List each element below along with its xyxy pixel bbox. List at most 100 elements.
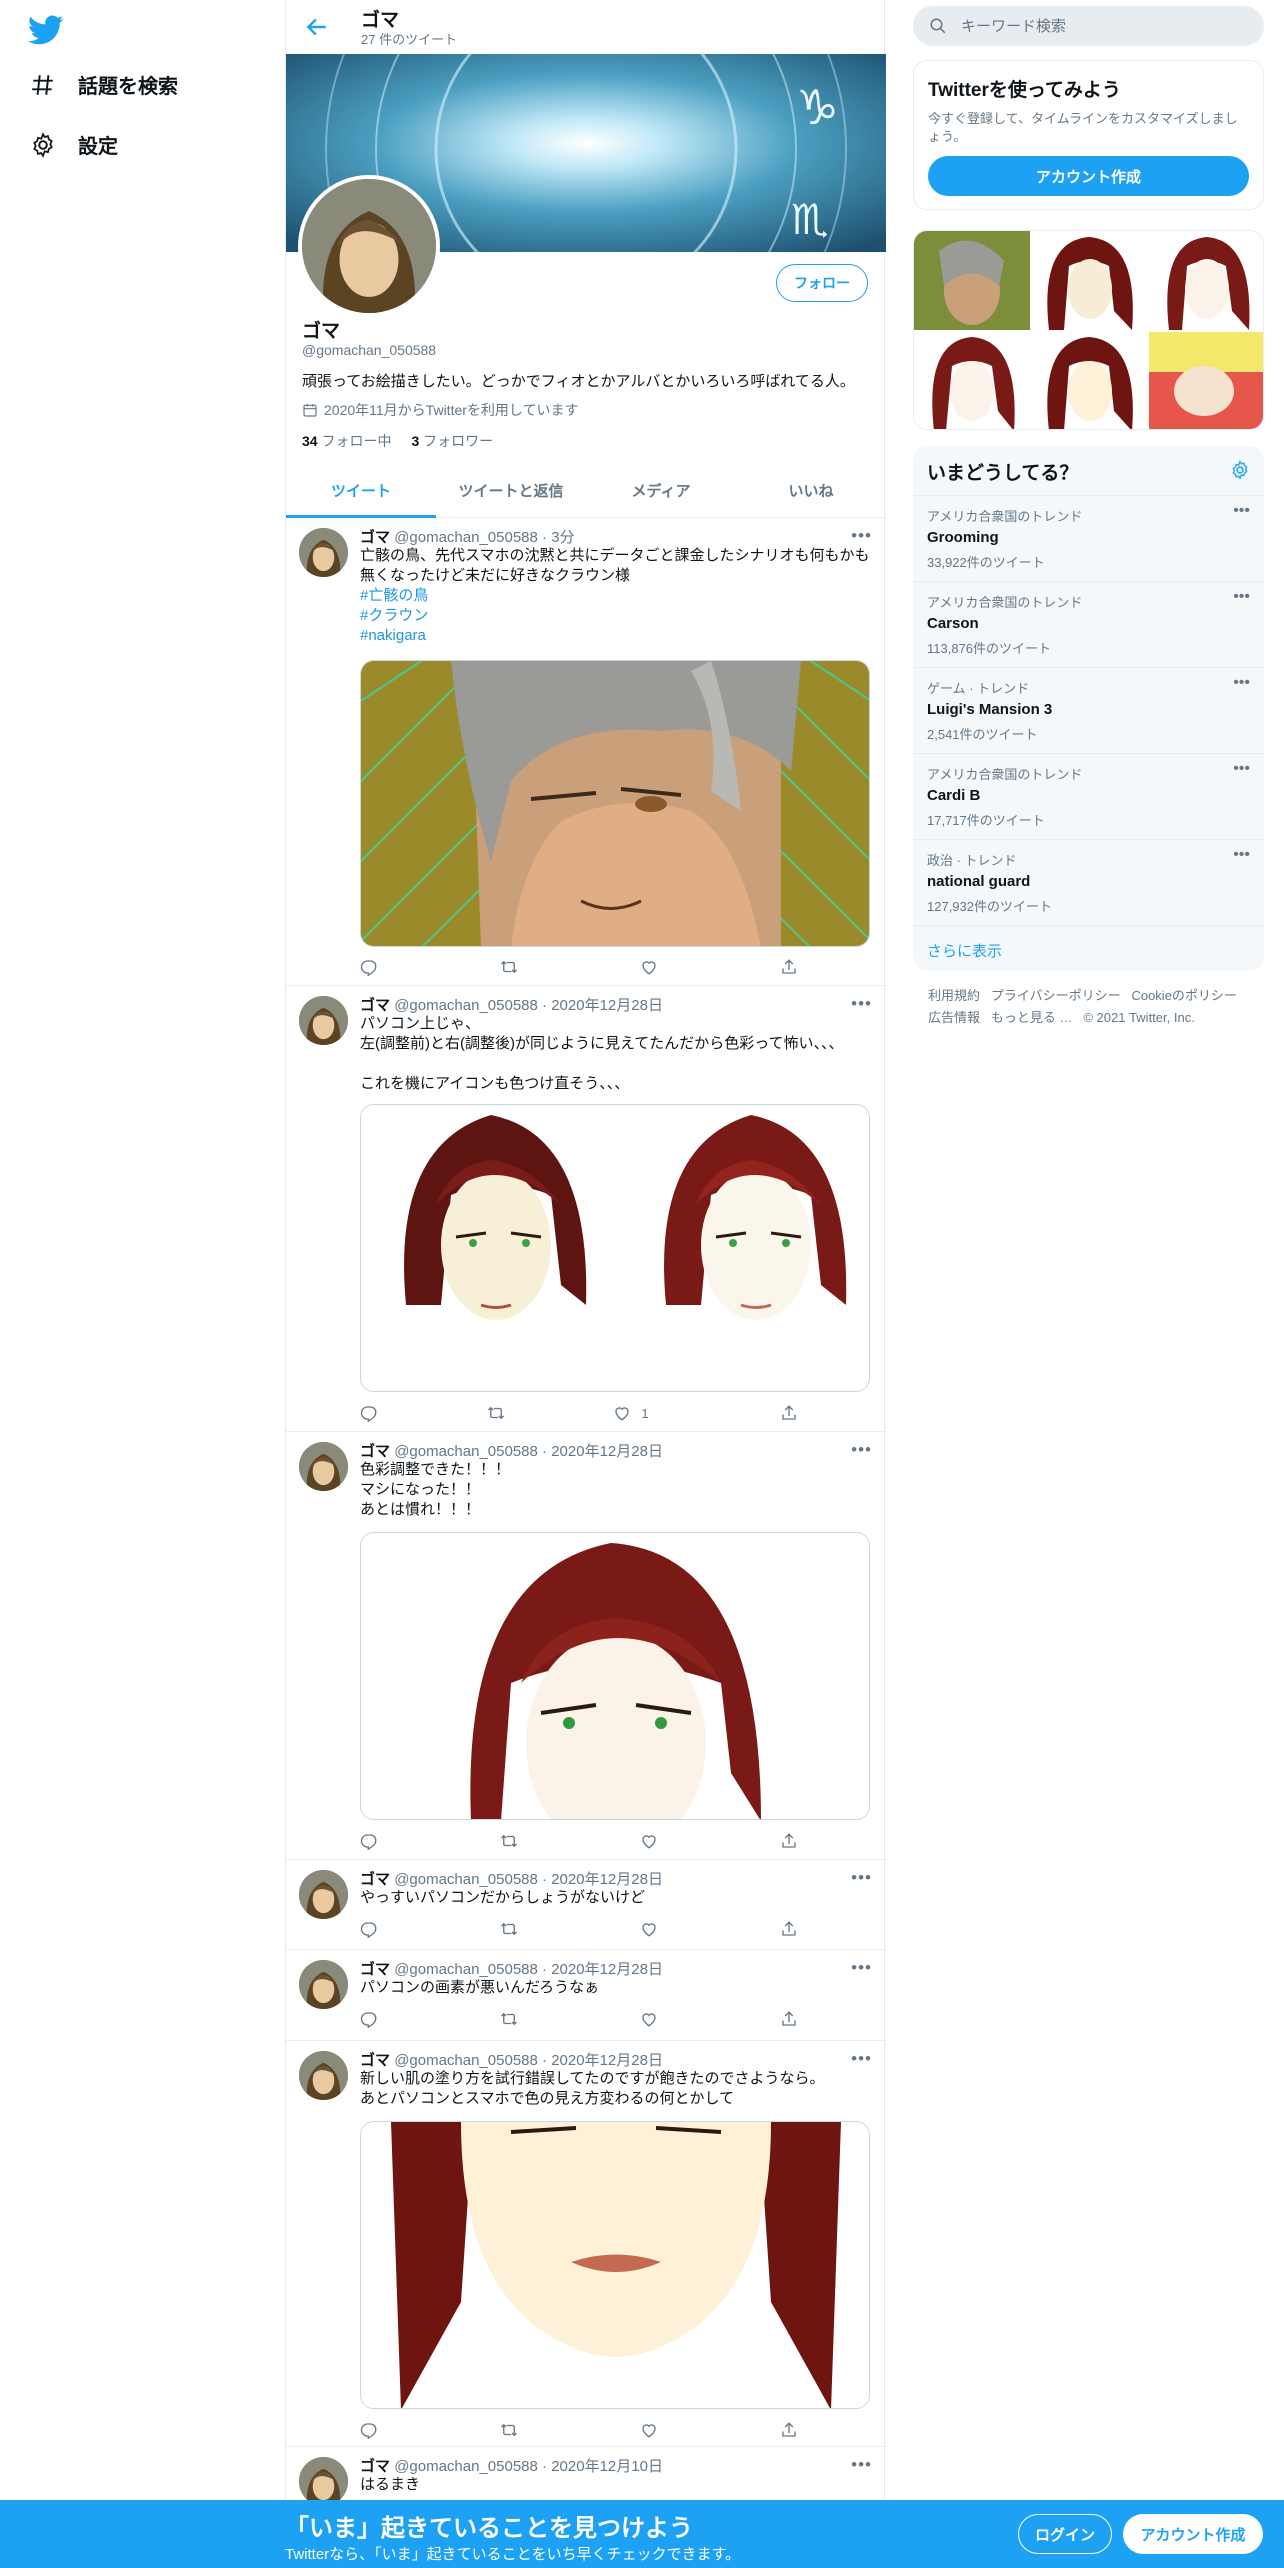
more-icon[interactable]: •••	[851, 1958, 872, 1978]
bottom-signup-button[interactable]: アカウント作成	[1123, 2514, 1263, 2554]
like-button[interactable]: 1	[613, 1404, 673, 1422]
more-icon[interactable]: •••	[1233, 846, 1250, 864]
like-icon[interactable]	[640, 2421, 660, 2439]
tweet-time[interactable]: 2020年12月10日	[551, 2458, 663, 2475]
share-icon[interactable]	[780, 1920, 800, 1938]
tab-tweets[interactable]: ツイート	[286, 463, 436, 518]
hashtag-link[interactable]: #亡骸の鳥	[360, 587, 428, 604]
reply-icon[interactable]	[360, 2421, 380, 2439]
share-icon[interactable]	[780, 958, 800, 976]
tweet-time[interactable]: 2020年12月28日	[551, 1961, 663, 1978]
share-icon[interactable]	[780, 2421, 800, 2439]
tweet-time[interactable]: 3分	[551, 529, 574, 546]
more-icon[interactable]: •••	[1233, 674, 1250, 692]
tweet[interactable]: ゴマ @gomachan_050588 · 2020年12月28日 ••• パソ…	[286, 1950, 886, 2041]
trend-item[interactable]: アメリカ合衆国のトレンド Grooming 33,922件のツイート •••	[913, 496, 1264, 582]
show-more-link[interactable]: さらに表示	[913, 926, 1264, 971]
footer-more[interactable]: もっと見る …	[991, 1010, 1073, 1025]
tab-likes[interactable]: いいね	[736, 463, 886, 517]
signup-button[interactable]: アカウント作成	[928, 156, 1249, 196]
tweet-avatar[interactable]	[299, 1960, 348, 2009]
tweet[interactable]: ゴマ @gomachan_050588 · 3分 ••• 亡骸の鳥、先代スマホの…	[286, 518, 886, 986]
more-icon[interactable]: •••	[851, 526, 872, 546]
like-icon[interactable]	[640, 1920, 660, 1938]
more-icon[interactable]: •••	[851, 994, 872, 1014]
tweet-image[interactable]	[360, 1532, 870, 1820]
tweet-handle[interactable]: @gomachan_050588	[394, 2052, 538, 2069]
retweet-icon[interactable]	[500, 958, 520, 976]
tweet-time[interactable]: 2020年12月28日	[551, 1871, 663, 1888]
like-icon[interactable]	[640, 1832, 660, 1850]
back-arrow-icon[interactable]	[304, 14, 330, 40]
like-icon[interactable]	[640, 958, 660, 976]
tweet-image[interactable]	[360, 660, 870, 947]
tweet-handle[interactable]: @gomachan_050588	[394, 1871, 538, 1888]
following-link[interactable]: 34 フォロー中	[302, 431, 391, 451]
tweet[interactable]: ゴマ @gomachan_050588 · 2020年12月28日 ••• やっ…	[286, 1860, 886, 1950]
trend-item[interactable]: アメリカ合衆国のトレンド Cardi B 17,717件のツイート •••	[913, 754, 1264, 840]
tweet-image[interactable]	[360, 1104, 870, 1392]
retweet-icon[interactable]	[500, 1832, 520, 1850]
share-icon[interactable]	[780, 2010, 800, 2028]
tweet[interactable]: ゴマ @gomachan_050588 · 2020年12月28日 ••• 新し…	[286, 2041, 886, 2447]
tweet-author[interactable]: ゴマ	[360, 2052, 390, 2069]
hashtag-link[interactable]: #クラウン	[360, 607, 428, 624]
profile-avatar[interactable]	[298, 175, 440, 317]
more-icon[interactable]: •••	[1233, 760, 1250, 778]
tweet-author[interactable]: ゴマ	[360, 1871, 390, 1888]
tweet-author[interactable]: ゴマ	[360, 997, 390, 1014]
tweet-avatar[interactable]	[299, 1870, 348, 1919]
more-icon[interactable]: •••	[851, 2455, 872, 2475]
tweet-handle[interactable]: @gomachan_050588	[394, 529, 538, 546]
hashtag-link[interactable]: #nakigara	[360, 627, 426, 644]
more-icon[interactable]: •••	[851, 2049, 872, 2069]
tweet-avatar[interactable]	[299, 2051, 348, 2100]
twitter-logo-icon[interactable]	[28, 12, 64, 48]
trends-settings-icon[interactable]	[1230, 460, 1250, 480]
tweet-author[interactable]: ゴマ	[360, 2458, 390, 2475]
tweet-time[interactable]: 2020年12月28日	[551, 1443, 663, 1460]
nav-explore[interactable]: 話題を検索	[30, 70, 178, 99]
reply-icon[interactable]	[360, 1832, 380, 1850]
tweet[interactable]: ゴマ @gomachan_050588 · 2020年12月10日 ••• はる…	[286, 2447, 886, 2507]
search-box[interactable]	[913, 6, 1264, 46]
share-icon[interactable]	[780, 1832, 800, 1850]
trend-item[interactable]: ゲーム · トレンド Luigi's Mansion 3 2,541件のツイート…	[913, 668, 1264, 754]
reply-icon[interactable]	[360, 2010, 380, 2028]
followers-link[interactable]: 3 フォロワー	[411, 431, 493, 451]
tweet[interactable]: ゴマ @gomachan_050588 · 2020年12月28日 ••• 色彩…	[286, 1432, 886, 1860]
tweet-handle[interactable]: @gomachan_050588	[394, 1443, 538, 1460]
tweet-avatar[interactable]	[299, 996, 348, 1045]
more-icon[interactable]: •••	[1233, 502, 1250, 520]
tweet-handle[interactable]: @gomachan_050588	[394, 2458, 538, 2475]
nav-settings[interactable]: 設定	[30, 130, 118, 159]
search-input[interactable]	[961, 17, 1241, 35]
reply-icon[interactable]	[360, 958, 380, 976]
more-icon[interactable]: •••	[851, 1868, 872, 1888]
like-icon[interactable]	[640, 2010, 660, 2028]
retweet-icon[interactable]	[500, 2421, 520, 2439]
footer-privacy[interactable]: プライバシーポリシー	[991, 988, 1121, 1003]
tweet-time[interactable]: 2020年12月28日	[551, 997, 663, 1014]
footer-cookie[interactable]: Cookieのポリシー	[1131, 988, 1236, 1003]
tweet-image[interactable]	[360, 2121, 870, 2409]
trend-item[interactable]: 政治 · トレンド national guard 127,932件のツイート •…	[913, 840, 1264, 926]
tweet-author[interactable]: ゴマ	[360, 1961, 390, 1978]
tweet-author[interactable]: ゴマ	[360, 1443, 390, 1460]
tweet[interactable]: ゴマ @gomachan_050588 · 2020年12月28日 ••• パソ…	[286, 986, 886, 1432]
reply-icon[interactable]	[360, 1404, 380, 1422]
tab-media[interactable]: メディア	[586, 463, 736, 517]
retweet-icon[interactable]	[487, 1404, 507, 1422]
tweet-time[interactable]: 2020年12月28日	[551, 2052, 663, 2069]
tweet-handle[interactable]: @gomachan_050588	[394, 1961, 538, 1978]
trend-item[interactable]: アメリカ合衆国のトレンド Carson 113,876件のツイート •••	[913, 582, 1264, 668]
footer-terms[interactable]: 利用規約	[928, 988, 980, 1003]
footer-ads[interactable]: 広告情報	[928, 1010, 980, 1025]
more-icon[interactable]: •••	[1233, 588, 1250, 606]
reply-icon[interactable]	[360, 1920, 380, 1938]
tab-tweets-replies[interactable]: ツイートと返信	[436, 463, 586, 517]
follow-button[interactable]: フォロー	[776, 264, 868, 302]
login-button[interactable]: ログイン	[1018, 2514, 1112, 2554]
tweet-avatar[interactable]	[299, 2457, 348, 2506]
retweet-icon[interactable]	[500, 2010, 520, 2028]
